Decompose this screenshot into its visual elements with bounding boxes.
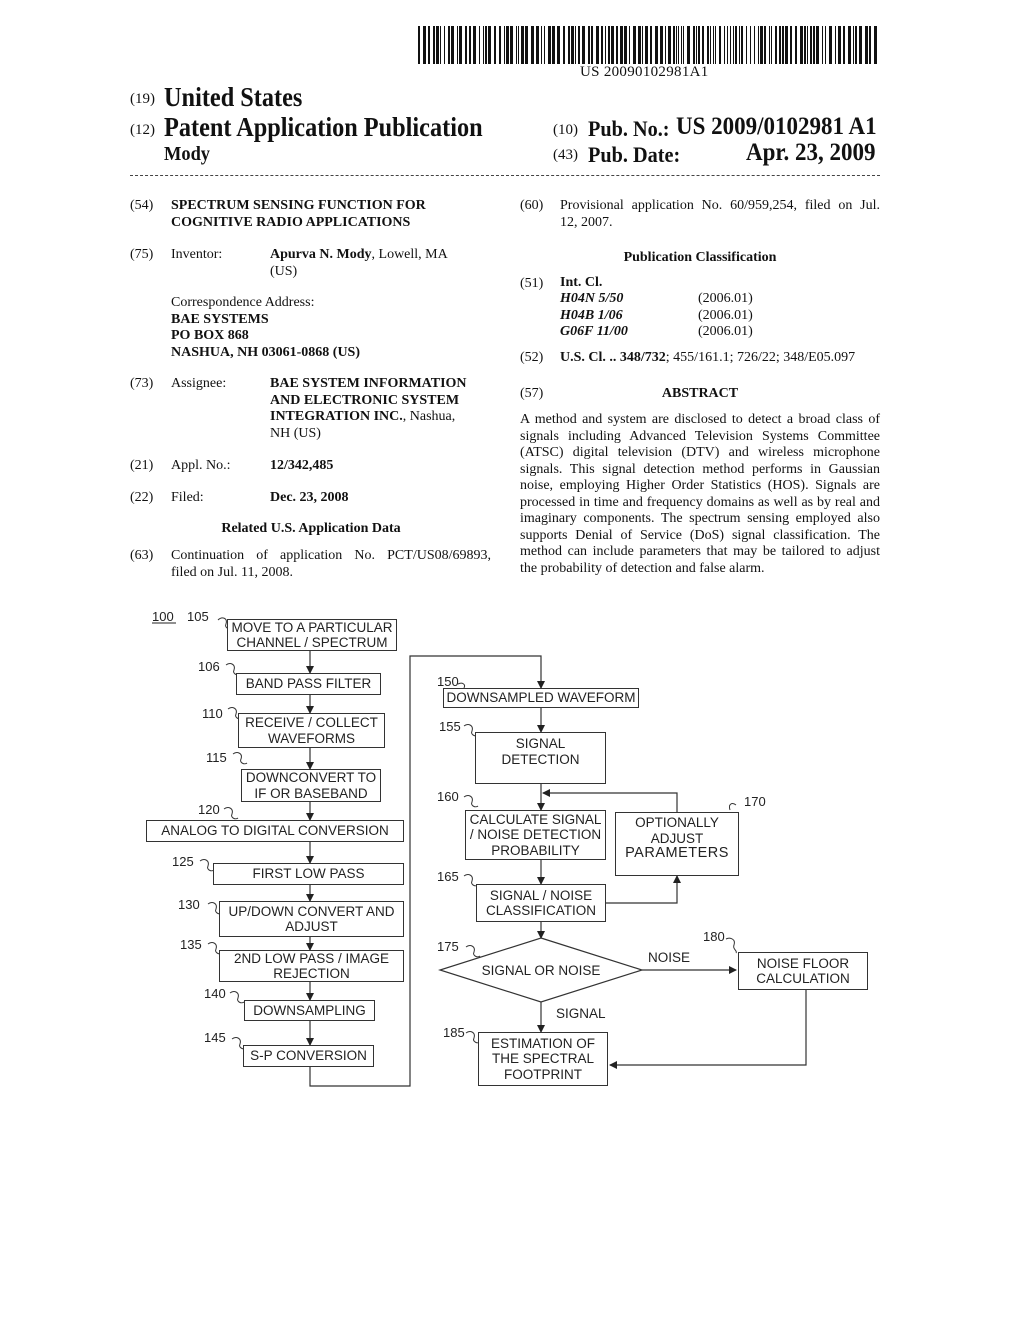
step-text: DOWNSAMPLING (253, 1002, 366, 1018)
step-text: BAND PASS FILTER (245, 676, 372, 692)
step-140-downsampling: DOWNSAMPLING (244, 1000, 375, 1021)
step-text: UP/DOWN CONVERT AND (228, 903, 395, 919)
step-text: THE SPECTRAL (491, 1051, 595, 1067)
edge-label-noise: NOISE (648, 950, 691, 965)
ref-155: 155 (439, 719, 461, 734)
ref-115: 115 (206, 750, 227, 765)
step-text: 2ND LOW PASS / IMAGE (233, 950, 390, 966)
step-155-signal-detection: SIGNAL DETECTION (475, 732, 606, 784)
step-125-first-low-pass: FIRST LOW PASS (213, 863, 404, 885)
ref-135: 135 (180, 937, 202, 952)
step-106-band-pass-filter: BAND PASS FILTER (236, 673, 381, 695)
figure-ref: 100 (152, 609, 174, 624)
step-text: CALCULATION (756, 971, 850, 986)
edge-label-signal: SIGNAL (556, 1006, 606, 1021)
ref-squiggle-180 (725, 937, 737, 954)
ref-squiggle-120 (223, 807, 239, 820)
step-110-receive-collect: RECEIVE / COLLECT WAVEFORMS (238, 713, 385, 748)
step-text: IF OR BASEBAND (254, 785, 368, 801)
step-text: MOVE TO A PARTICULAR (231, 619, 393, 635)
step-text: / NOISE DETECTION (469, 827, 602, 843)
step-text: S-P CONVERSION (250, 1048, 367, 1064)
ref-squiggle-170 (729, 803, 737, 811)
ref-130: 130 (178, 897, 200, 912)
step-120-analog-to-digital: ANALOG TO DIGITAL CONVERSION (146, 820, 404, 842)
ref-squiggle-175 (465, 945, 481, 958)
ref-105: 105 (187, 609, 209, 624)
step-135-second-low-pass: 2ND LOW PASS / IMAGE REJECTION (219, 950, 404, 982)
step-text: ESTIMATION OF (491, 1035, 595, 1051)
step-text: PARAMETERS (625, 845, 729, 861)
step-text: FOOTPRINT (504, 1066, 582, 1082)
step-text: DOWNCONVERT TO (245, 770, 377, 785)
ref-160: 160 (437, 789, 459, 804)
connector-165-170 (606, 875, 681, 904)
step-text: CALCULATE SIGNAL (469, 811, 602, 827)
step-text: RECEIVE / COLLECT (245, 715, 378, 730)
ref-185: 185 (443, 1025, 465, 1040)
step-text: OPTIONALLY (635, 815, 719, 830)
step-130-up-down-convert: UP/DOWN CONVERT AND ADJUST (219, 901, 404, 937)
step-text: CLASSIFICATION (485, 903, 597, 918)
ref-150: 150 (437, 674, 459, 689)
step-180-noise-floor: NOISE FLOOR CALCULATION (738, 952, 868, 990)
ref-165: 165 (437, 869, 459, 884)
step-text: FIRST LOW PASS (252, 866, 365, 882)
ref-110: 110 (202, 706, 223, 721)
ref-170: 170 (744, 794, 766, 809)
step-145-s-p-conversion: S-P CONVERSION (243, 1045, 374, 1067)
ref-squiggle-160 (463, 795, 479, 808)
step-150-downsampled-waveform: DOWNSAMPLED WAVEFORM (443, 688, 639, 708)
ref-145: 145 (204, 1030, 226, 1045)
step-text: ANALOG TO DIGITAL CONVERSION (161, 823, 389, 839)
step-text: PROBABILITY (491, 842, 580, 858)
step-text: DOWNSAMPLED WAVEFORM (446, 690, 636, 706)
step-text: SIGNAL / NOISE (489, 887, 593, 903)
step-160-calculate-probability: CALCULATE SIGNAL / NOISE DETECTION PROBABI… (465, 810, 606, 860)
ref-squiggle-125 (199, 859, 215, 872)
connector-180-185 (609, 990, 807, 1069)
ref-squiggle-115 (232, 752, 248, 765)
step-text: NOISE FLOOR (756, 955, 850, 971)
ref-140: 140 (204, 986, 226, 1001)
step-105-move-to-channel: MOVE TO A PARTICULAR CHANNEL / SPECTRUM (227, 619, 397, 651)
step-text: CHANNEL / SPECTRUM (236, 635, 388, 650)
step-text: ADJUST (285, 919, 338, 934)
flowchart-connectors (152, 617, 807, 1087)
step-text: SIGNAL (515, 736, 566, 751)
step-text: REJECTION (273, 966, 350, 981)
step-165-classification: SIGNAL / NOISE CLASSIFICATION (476, 884, 606, 922)
step-115-downconvert: DOWNCONVERT TO IF OR BASEBAND (241, 769, 381, 802)
ref-180: 180 (703, 929, 725, 944)
ref-125: 125 (172, 854, 194, 869)
ref-175: 175 (437, 939, 459, 954)
step-170-optionally-adjust: OPTIONALLY ADJUST PARAMETERS (615, 812, 739, 876)
step-185-spectral-footprint: ESTIMATION OF THE SPECTRAL FOOTPRINT (478, 1032, 608, 1086)
step-text: DETECTION (501, 751, 580, 767)
ref-squiggle-140 (229, 991, 245, 1004)
decision-175-signal-or-noise: SIGNAL OR NOISE (481, 963, 601, 978)
step-text: WAVEFORMS (267, 730, 355, 746)
ref-106: 106 (198, 659, 220, 674)
ref-120: 120 (198, 802, 220, 817)
step-text: ADJUST (650, 830, 704, 846)
